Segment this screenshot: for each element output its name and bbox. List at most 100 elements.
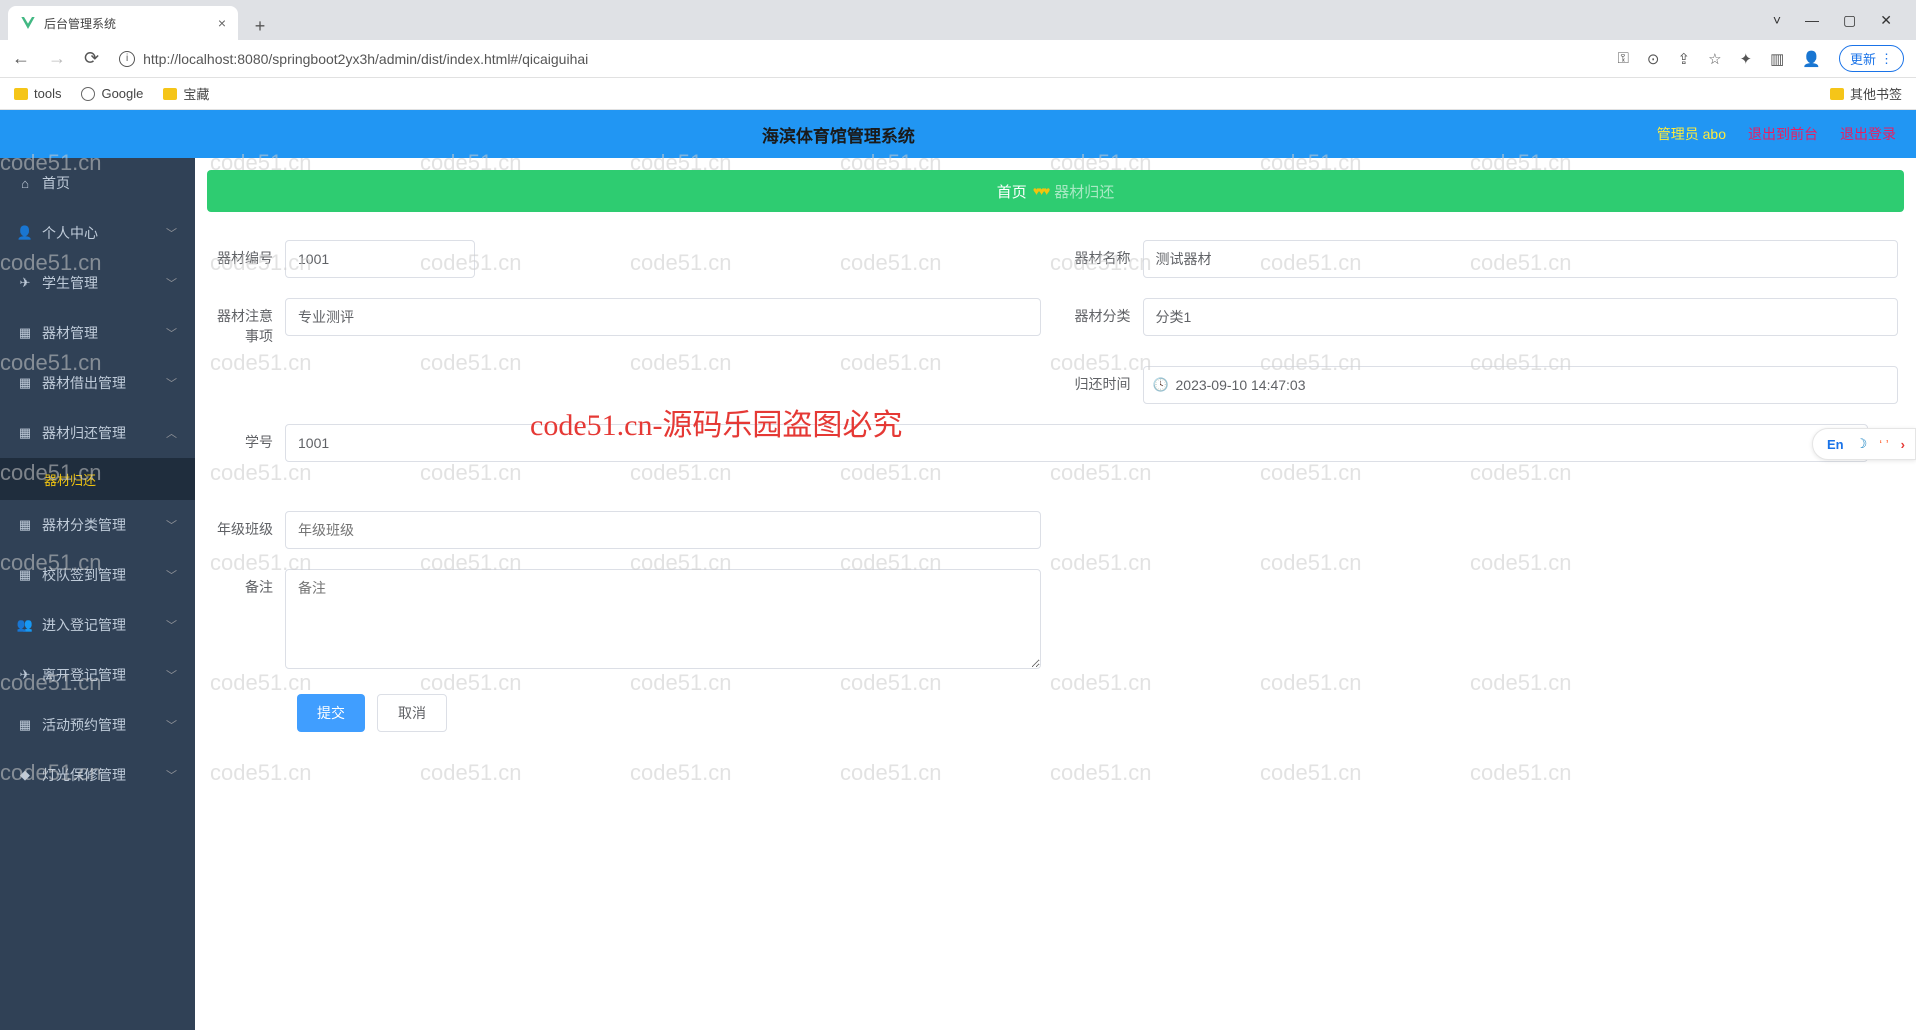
sidebar-item-reserve[interactable]: ▦活动预约管理﹀ [0,700,195,750]
expand-icon[interactable]: › [1901,437,1905,452]
label-equip-name: 器材名称 [1071,240,1143,269]
bookmark-other[interactable]: 其他书签 [1830,84,1902,103]
site-info-icon[interactable]: i [119,51,135,67]
sidebar-item-personal[interactable]: 👤个人中心﹀ [0,208,195,258]
url-text: http://localhost:8080/springboot2yx3h/ad… [143,51,588,67]
new-tab-button[interactable]: + [246,12,274,40]
cancel-button[interactable]: 取消 [377,694,447,732]
hearts-icon: ♥♥♥ [1033,184,1048,198]
folder-icon [1830,88,1844,100]
chevron-down-icon: ﹀ [166,325,177,341]
box-icon: ▦ [18,567,32,583]
label-notice: 器材注意事项 [213,298,285,346]
share-icon[interactable]: ⇪ [1678,50,1691,68]
label-equip-no: 器材编号 [213,240,285,269]
logout-link[interactable]: 退出登录 [1840,124,1896,144]
user-plus-icon: 👥 [18,617,32,633]
student-no-input[interactable] [285,424,1868,462]
plane-icon: ✈ [18,275,32,291]
sidebar: ⌂首页 👤个人中心﹀ ✈学生管理﹀ ▦器材管理﹀ ▦器材借出管理﹀ ▦器材归还管… [0,158,195,1030]
chevron-down-icon: ﹀ [166,667,177,683]
label-category: 器材分类 [1071,298,1143,327]
extensions-icon[interactable]: ✦ [1740,50,1753,68]
reload-icon[interactable]: ⟳ [84,48,99,69]
vue-icon [20,15,36,31]
key-icon[interactable]: ⚿ [1618,50,1629,67]
sidebar-item-leave[interactable]: ✈离开登记管理﹀ [0,650,195,700]
return-time-input[interactable] [1143,366,1899,404]
chevron-up-icon: ︿ [166,425,177,441]
globe-icon [81,87,95,101]
bookmark-google[interactable]: Google [81,86,143,101]
chevron-down-icon: ﹀ [166,275,177,291]
address-bar-icons: ⚿ ⊙ ⇪ ☆ ✦ ▥ 👤 更新 ⋮ [1618,45,1905,72]
box-icon: ▦ [18,325,32,341]
label-return-time: 归还时间 [1071,366,1143,395]
form-panel: 器材编号 器材名称 器材注意事项 器材分类 [207,230,1904,742]
sidebar-item-lend[interactable]: ▦器材借出管理﹀ [0,358,195,408]
bookmark-baozang[interactable]: 宝藏 [163,84,209,103]
notice-input[interactable] [285,298,1041,336]
sidebar-item-return[interactable]: ▦器材归还管理︿ [0,408,195,458]
chevron-down-icon: ﹀ [166,225,177,241]
sidebar-item-home[interactable]: ⌂首页 [0,158,195,208]
folder-icon [14,88,28,100]
sidebar-item-team[interactable]: ▦校队签到管理﹀ [0,550,195,600]
equip-name-input[interactable] [1143,240,1899,278]
submit-button[interactable]: 提交 [297,694,365,732]
breadcrumb-home[interactable]: 首页 [997,181,1027,202]
update-button[interactable]: 更新 ⋮ [1839,45,1904,72]
chevron-down-icon: ﹀ [166,517,177,533]
sidebar-item-student[interactable]: ✈学生管理﹀ [0,258,195,308]
search-lens-icon[interactable]: ⊙ [1647,50,1660,68]
forward-icon: → [48,48,66,69]
chevron-down-icon[interactable]: ˅ [1773,12,1781,28]
label-remark: 备注 [213,569,285,598]
url-box[interactable]: i http://localhost:8080/springboot2yx3h/… [111,51,1605,67]
nav-arrows: ← → ⟳ [12,48,99,69]
sidebar-item-enter[interactable]: 👥进入登记管理﹀ [0,600,195,650]
sidebar-item-equipment[interactable]: ▦器材管理﹀ [0,308,195,358]
maximize-icon[interactable]: ▢ [1843,12,1856,29]
remark-textarea[interactable] [285,569,1041,669]
grade-input[interactable] [285,511,1041,549]
chevron-down-icon: ﹀ [166,717,177,733]
tab-title: 后台管理系统 [44,15,116,32]
to-front-link[interactable]: 退出到前台 [1748,124,1818,144]
sidebar-item-light[interactable]: ◆灯光保修管理﹀ [0,750,195,800]
label-grade: 年级班级 [213,511,285,540]
sidebar-item-category[interactable]: ▦器材分类管理﹀ [0,500,195,550]
browser-tab-strip: 后台管理系统 × + ˅ ― ▢ ✕ [0,0,1916,40]
button-row: 提交 取消 [213,694,1898,732]
browser-tab[interactable]: 后台管理系统 × [8,6,238,40]
panel-icon[interactable]: ▥ [1770,50,1784,68]
admin-label: 管理员 abo [1657,124,1726,144]
bookmarks-bar: tools Google 宝藏 其他书签 [0,78,1916,110]
moon-icon[interactable]: ☽ [1856,436,1868,452]
box-icon: ▦ [18,375,32,391]
user-icon: 👤 [18,225,32,241]
category-input[interactable] [1143,298,1899,336]
header-right: 管理员 abo 退出到前台 退出登录 [1657,124,1896,144]
chevron-down-icon: ﹀ [166,617,177,633]
bookmark-icon[interactable]: ☆ [1708,50,1721,68]
calendar-icon: ▦ [18,717,32,733]
close-icon[interactable]: × [218,15,226,31]
minimize-icon[interactable]: ― [1805,12,1819,28]
sidebar-subitem-return[interactable]: 器材归还 [0,458,195,500]
equip-no-input[interactable] [285,240,475,278]
bulb-icon: ◆ [18,767,32,783]
close-window-icon[interactable]: ✕ [1880,12,1892,29]
breadcrumb: 首页 ♥♥♥ 器材归还 [207,170,1904,212]
quote-icon[interactable]: ‘ ’ [1879,437,1888,452]
bookmark-tools[interactable]: tools [14,86,61,101]
breadcrumb-current: 器材归还 [1054,181,1114,202]
ime-toolbar[interactable]: En ☽ ‘ ’ › [1812,428,1916,460]
box-icon: ▦ [18,425,32,441]
plane-icon: ✈ [18,667,32,683]
box-icon: ▦ [18,517,32,533]
home-icon: ⌂ [18,176,32,191]
ime-lang[interactable]: En [1827,437,1844,452]
profile-icon[interactable]: 👤 [1802,50,1821,68]
back-icon[interactable]: ← [12,48,30,69]
